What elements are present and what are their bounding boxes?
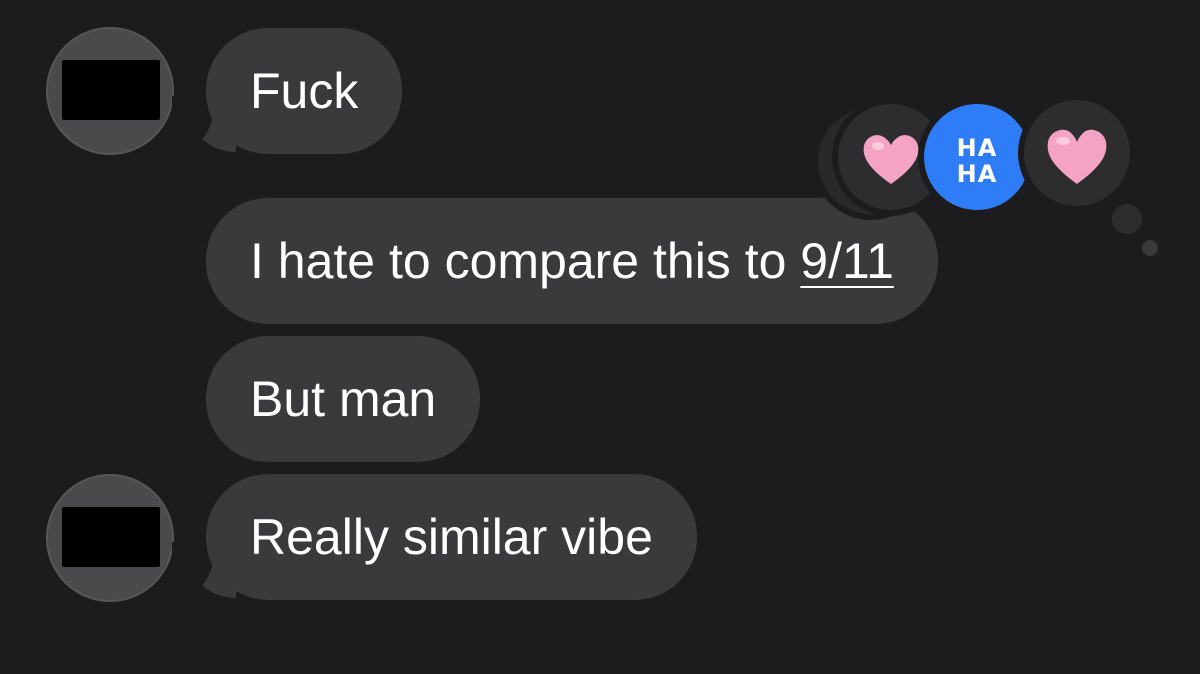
redaction-box xyxy=(62,60,160,120)
tapback-haha[interactable]: HA HA xyxy=(924,104,1030,210)
message-text: Fuck xyxy=(250,63,359,119)
sender-avatar[interactable] xyxy=(46,27,174,155)
message-text: Really similar vibe xyxy=(250,509,653,565)
tapback-tail-dot xyxy=(1112,204,1142,234)
message-bubble[interactable]: Fuck xyxy=(206,28,403,154)
message-thread: Fuck I hate to compare this to 9/11 HA H… xyxy=(0,0,1200,674)
redaction-box xyxy=(62,507,160,567)
sender-avatar[interactable] xyxy=(46,474,174,602)
tapback-heart[interactable] xyxy=(1024,100,1130,206)
tapback-tail-dot xyxy=(1142,240,1158,256)
heart-icon xyxy=(1047,129,1107,184)
message-text: I hate to compare this to xyxy=(250,233,801,289)
message-text: But man xyxy=(250,371,437,427)
date-link[interactable]: 9/11 xyxy=(800,233,894,289)
message-bubble[interactable]: Really similar vibe xyxy=(206,474,697,600)
message-bubble[interactable]: I hate to compare this to 9/11 xyxy=(206,198,938,324)
message-bubble[interactable]: But man xyxy=(206,336,481,462)
